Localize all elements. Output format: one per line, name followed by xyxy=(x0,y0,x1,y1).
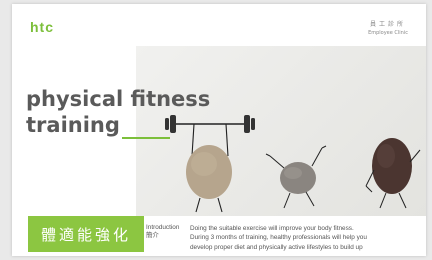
introduction-label-cn: 簡介 xyxy=(146,232,159,239)
htc-logo: htc xyxy=(30,19,54,35)
title-underline xyxy=(122,137,170,139)
clinic-label-en: Employee Clinic xyxy=(368,30,408,36)
jumping-stone xyxy=(265,145,327,209)
flexing-stone xyxy=(365,138,421,209)
program-name-banner: 體適能強化 xyxy=(28,216,144,252)
page-title: physical fitness training xyxy=(26,86,210,138)
clinic-label-cn: 員工診所 xyxy=(370,21,407,28)
introduction-label-en: Introduction xyxy=(146,224,180,231)
introduction-label: Introduction 簡介 xyxy=(146,224,179,240)
slide-screen: htc 員工診所 Employee Clinic physical fitnes… xyxy=(0,0,432,260)
title-line-2: training xyxy=(26,113,120,137)
intro-line-1: Doing the suitable exercise will improve… xyxy=(190,225,354,232)
intro-line-2: During 3 months of training, healthy pro… xyxy=(190,234,367,242)
title-line-1: physical fitness xyxy=(26,87,211,111)
clinic-label: 員工診所 Employee Clinic xyxy=(368,19,408,36)
intro-line-3: develop proper diet and physically activ… xyxy=(190,243,363,251)
slide-page: htc 員工診所 Employee Clinic physical fitnes… xyxy=(12,4,426,256)
introduction-text: Doing the suitable exercise will improve… xyxy=(190,224,420,252)
